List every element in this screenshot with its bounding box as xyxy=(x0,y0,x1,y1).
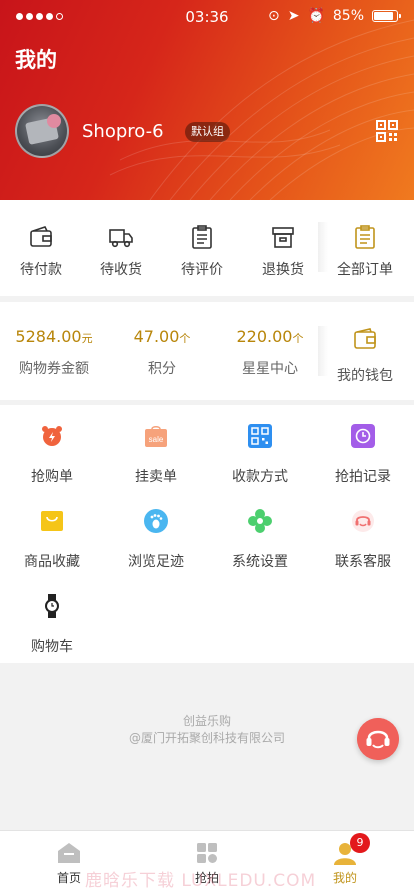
tool-sell-orders[interactable]: sale 挂卖单 xyxy=(104,424,208,486)
favorite-bag-icon xyxy=(41,511,63,531)
rotation-lock-icon: ⊙ xyxy=(267,8,280,24)
stat-points[interactable]: 47.00个 积分 xyxy=(108,327,216,378)
footer-brand: 创益乐购 xyxy=(182,714,231,728)
order-label: 全部订单 xyxy=(337,262,393,278)
purse-icon xyxy=(354,328,376,349)
tool-bid-records[interactable]: 抢拍记录 xyxy=(312,424,414,486)
order-status-panel: 待付款 待收货 待评价 退换货 全部订单 xyxy=(0,200,414,296)
tool-favorites[interactable]: 商品收藏 xyxy=(0,509,104,571)
assets-panel: 5284.00元 购物券金额 47.00个 积分 220.00个 星星中心 我的… xyxy=(0,302,414,400)
tool-label: 抢拍记录 xyxy=(335,469,391,485)
order-all[interactable]: 全部订单 xyxy=(324,224,406,279)
watch-icon xyxy=(45,594,59,618)
tool-browse-history[interactable]: 浏览足迹 xyxy=(104,509,208,571)
stat-value: 220.00 xyxy=(236,327,293,346)
order-label: 待付款 xyxy=(20,262,62,278)
my-wallet[interactable]: 我的钱包 xyxy=(324,326,406,385)
stat-value: 47.00 xyxy=(133,327,180,346)
truck-icon xyxy=(109,229,133,248)
username[interactable]: Shopro-6 xyxy=(82,121,164,142)
tool-payment-methods[interactable]: 收款方式 xyxy=(208,424,312,486)
stat-label: 星星中心 xyxy=(242,361,298,377)
order-returns[interactable]: 退换货 xyxy=(242,224,324,279)
qr-code-icon xyxy=(248,424,272,448)
battery-percent: 85% xyxy=(332,8,364,24)
stat-value: 5284.00 xyxy=(15,327,82,346)
alarm-clock-icon xyxy=(42,426,62,446)
stat-stars[interactable]: 220.00个 星星中心 xyxy=(216,327,324,378)
tool-label: 抢购单 xyxy=(31,469,73,485)
stat-label: 积分 xyxy=(148,361,176,377)
stat-unit: 个 xyxy=(292,332,304,345)
tool-label: 浏览足迹 xyxy=(128,554,184,570)
tools-grid: 抢购单 sale 挂卖单 收款方式 抢拍记录 商品收藏 浏览足迹 系统设置 联系… xyxy=(0,405,414,663)
home-icon xyxy=(58,843,80,863)
stat-shopping-voucher[interactable]: 5284.00元 购物券金额 xyxy=(0,327,108,378)
group-badge: 默认组 xyxy=(185,122,230,142)
tab-label: 我的 xyxy=(332,871,357,885)
tool-label: 商品收藏 xyxy=(24,554,80,570)
wallet-icon xyxy=(30,226,52,247)
order-label: 退换货 xyxy=(262,262,304,278)
tab-mine[interactable]: 我的 xyxy=(305,841,385,886)
wallet-label: 我的钱包 xyxy=(337,368,393,384)
all-orders-icon xyxy=(355,225,375,249)
sale-bag-icon: sale xyxy=(145,426,167,447)
grid-icon xyxy=(197,843,217,863)
svg-text:sale: sale xyxy=(149,435,164,444)
order-pending-review[interactable]: 待评价 xyxy=(161,224,243,279)
order-pending-receipt[interactable]: 待收货 xyxy=(80,224,162,279)
footer-copyright: @厦门开拓聚创科技有限公司 xyxy=(128,731,285,745)
tool-customer-service[interactable]: 联系客服 xyxy=(312,509,414,571)
return-box-icon xyxy=(272,227,294,248)
watermark: 鹿晗乐下载 LUXLEDU.COM xyxy=(85,871,317,891)
tool-label: 联系客服 xyxy=(335,554,391,570)
order-label: 待收货 xyxy=(100,262,142,278)
battery-icon xyxy=(372,10,401,22)
order-label: 待评价 xyxy=(181,262,223,278)
footprint-icon xyxy=(144,509,168,533)
location-icon: ➤ xyxy=(287,8,300,24)
tool-label: 购物车 xyxy=(31,639,73,655)
clock-record-icon xyxy=(351,424,375,448)
avatar[interactable] xyxy=(15,104,69,158)
status-bar: 03:36 ⊙ ➤ ⏰ 85% xyxy=(0,0,414,34)
order-pending-payment[interactable]: 待付款 xyxy=(0,224,82,279)
clipboard-icon xyxy=(192,225,212,249)
settings-flower-icon xyxy=(248,509,272,533)
tool-label: 挂卖单 xyxy=(135,469,177,485)
tool-label: 收款方式 xyxy=(232,469,288,485)
notification-badge: 9 xyxy=(350,833,370,853)
tool-shopping-cart[interactable]: 购物车 xyxy=(0,594,104,656)
stat-unit: 个 xyxy=(179,332,191,345)
tool-system-settings[interactable]: 系统设置 xyxy=(208,509,312,571)
customer-service-fab[interactable] xyxy=(357,718,399,760)
qr-code-icon[interactable] xyxy=(375,119,399,143)
stat-label: 购物券金额 xyxy=(19,361,89,377)
headset-icon xyxy=(352,510,374,532)
alarm-icon: ⏰ xyxy=(307,8,325,24)
stat-unit: 元 xyxy=(81,332,93,345)
tool-label: 系统设置 xyxy=(232,554,288,570)
tool-flash-orders[interactable]: 抢购单 xyxy=(0,424,104,486)
page-title: 我的 xyxy=(15,48,57,72)
